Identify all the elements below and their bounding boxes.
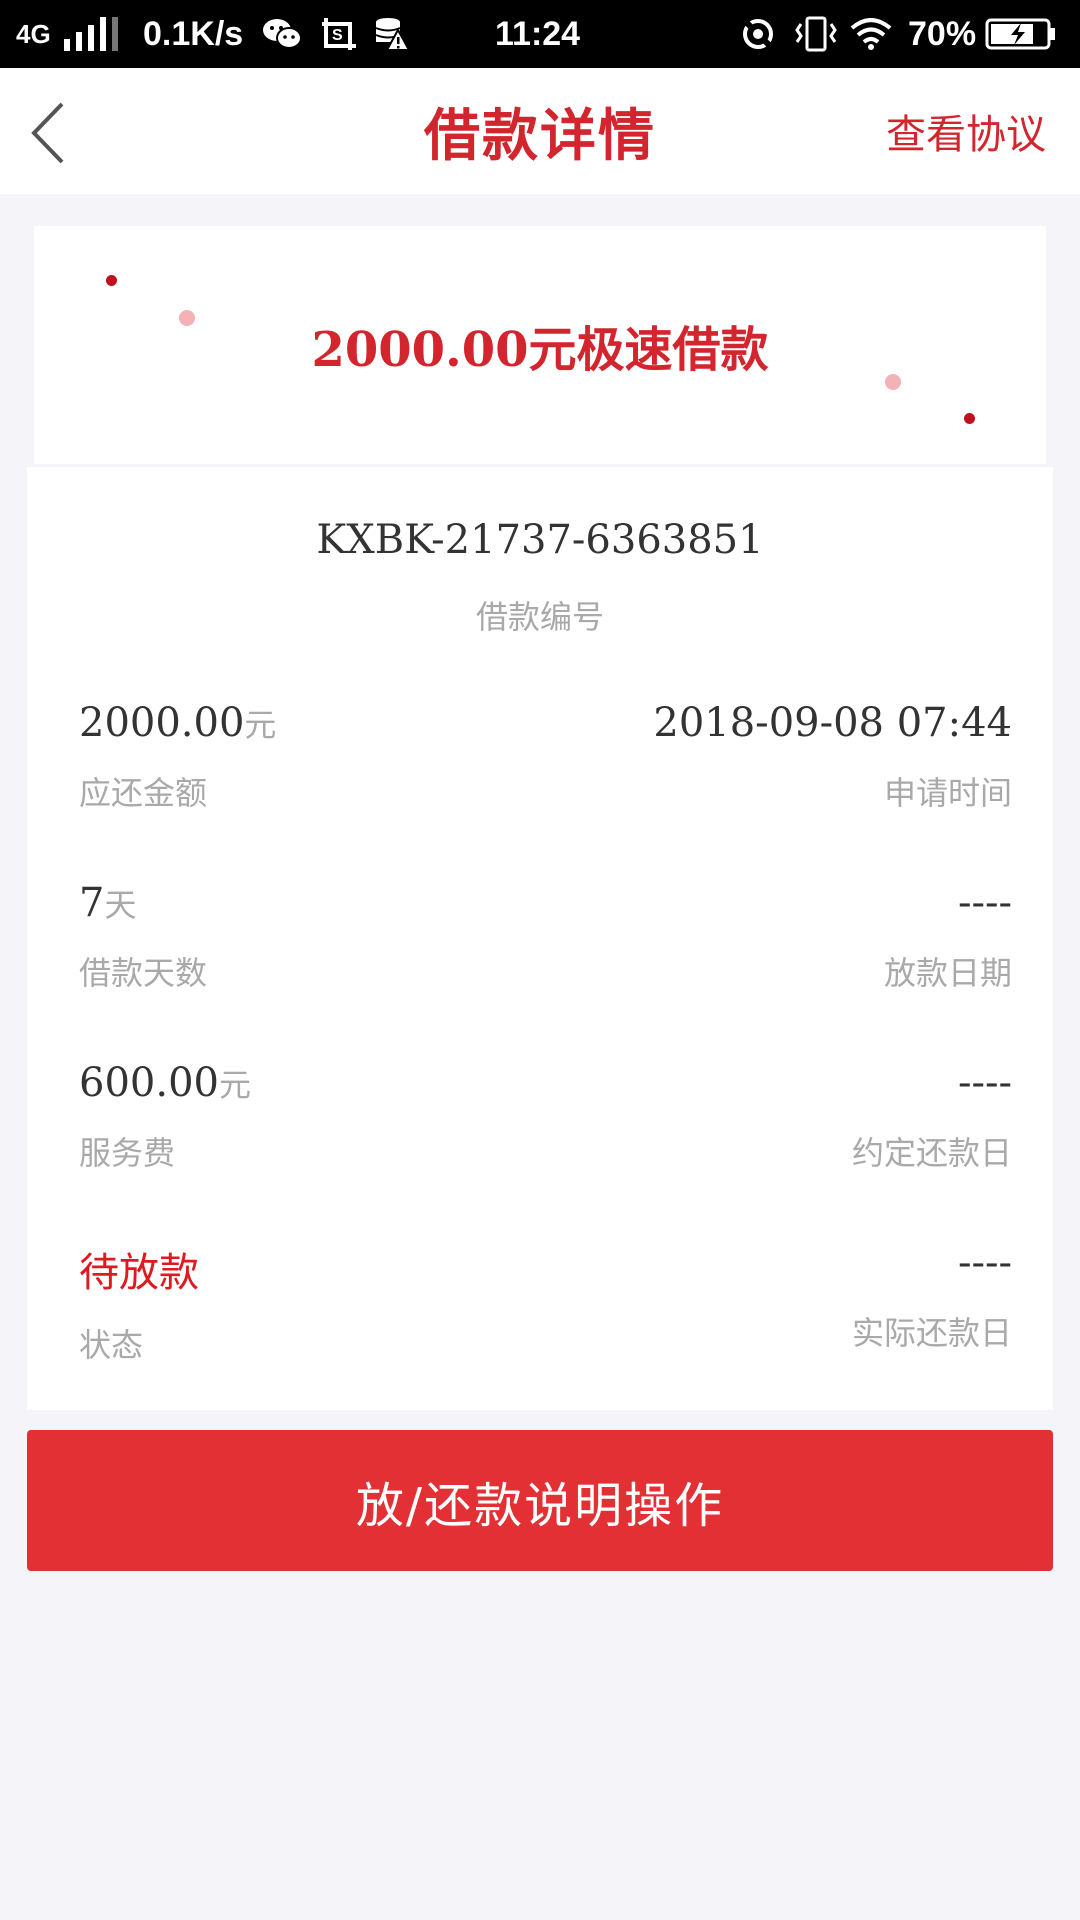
disburse-date-item: ---- 放款日期 [884, 880, 1012, 994]
nav-bar: 借款详情 查看协议 [0, 68, 1080, 194]
loan-days-unit: 天 [104, 886, 137, 924]
back-icon[interactable] [28, 102, 68, 164]
repay-amount-label: 应还金额 [79, 774, 208, 812]
service-fee-value: 600.00 [79, 1060, 219, 1106]
loan-number-label: 借款编号 [475, 598, 604, 636]
loan-days-item: 7天 借款天数 [79, 880, 207, 994]
status-badge: 待放款 [79, 1250, 199, 1296]
loan-banner: 2000.00元极速借款 [34, 226, 1046, 464]
agreed-repay-date-value: ---- [957, 1060, 1012, 1106]
network-type: 4G [16, 18, 51, 49]
repay-amount-value: 2000.00 [79, 700, 245, 746]
loan-detail-card: KXBK-21737-6363851 借款编号 2000.00元 应还金额 20… [27, 467, 1053, 1410]
clock: 11:24 [495, 14, 581, 53]
status-item: 待放款 状态 [79, 1240, 199, 1366]
apply-time-label: 申请时间 [883, 774, 1012, 812]
status-label: 状态 [79, 1326, 144, 1364]
loan-days-label: 借款天数 [79, 954, 208, 992]
svg-text:S: S [332, 27, 343, 44]
repay-amount-unit: 元 [244, 706, 277, 744]
repay-amount-item: 2000.00元 应还金额 [79, 700, 276, 814]
agreed-repay-date-label: 约定还款日 [851, 1134, 1012, 1172]
apply-time-value: 2018-09-08 07:44 [653, 700, 1012, 746]
service-fee-label: 服务费 [79, 1134, 176, 1172]
status-bar: 4G 0.1K/s S 11:24 70% [0, 0, 1080, 68]
battery-icon [985, 0, 1057, 68]
nfc-icon [740, 0, 776, 68]
disburse-date-value: ---- [957, 880, 1012, 926]
loan-days-value: 7 [79, 880, 105, 926]
disburse-date-label: 放款日期 [883, 954, 1012, 992]
repayment-instructions-button[interactable]: 放/还款说明操作 [27, 1430, 1053, 1571]
screenshot-icon: S [320, 0, 360, 68]
service-fee-item: 600.00元 服务费 [79, 1060, 251, 1174]
wechat-icon [262, 0, 302, 68]
signal-icon [64, 0, 120, 68]
service-fee-unit: 元 [218, 1066, 251, 1104]
data-warning-icon [374, 0, 410, 68]
view-agreement-link[interactable]: 查看协议 [886, 68, 1046, 194]
actual-repay-date-item: ---- 实际还款日 [852, 1240, 1012, 1354]
wifi-icon [850, 0, 892, 68]
agreed-repay-date-item: ---- 约定还款日 [852, 1060, 1012, 1174]
banner-headline: 2000.00元极速借款 [311, 322, 769, 378]
actual-repay-date-label: 实际还款日 [851, 1314, 1012, 1352]
loan-number: KXBK-21737-6363851 [316, 517, 764, 563]
actual-repay-date-value: ---- [957, 1240, 1012, 1286]
battery-percent: 70% [908, 14, 977, 53]
network-speed: 0.1K/s [143, 14, 244, 53]
vibrate-icon [795, 0, 837, 68]
apply-time-item: 2018-09-08 07:44 申请时间 [653, 700, 1012, 814]
